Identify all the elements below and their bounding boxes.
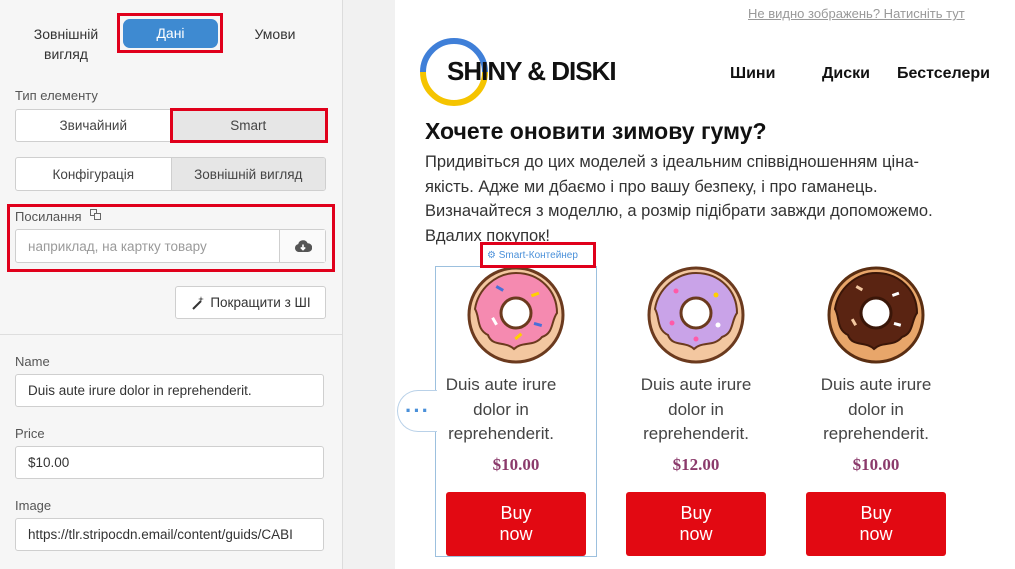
nav-disks[interactable]: Диски [822,65,870,83]
chocolate-donut-image [827,266,925,364]
buy-now-button-3[interactable]: Buy now [806,492,946,556]
improve-with-ai-button[interactable]: Покращити з ШІ [175,286,326,319]
highlight-data-tab [117,13,223,53]
hero-title: Хочете оновити зимову гуму? [425,118,767,144]
element-type-label: Тип елементу [15,88,98,103]
pink-donut-image [467,266,565,364]
buy-now-button-1[interactable]: Buy now [446,492,586,556]
tab-configuration[interactable]: Конфігурація [16,158,171,190]
brand-logo[interactable]: SHINY & DISKI [447,56,617,87]
nav-tyres[interactable]: Шини [730,65,775,83]
product-name-2: Duis aute irure dolor in reprehenderit. [640,375,752,443]
product-price-2: $12.00 [672,455,720,474]
nav-bestsellers[interactable]: Бестселери [897,65,990,83]
ai-button-label: Покращити з ШІ [210,295,311,310]
product-price-3: $10.00 [852,455,900,474]
purple-donut-image [647,266,745,364]
name-field[interactable]: Duis aute irure dolor in reprehenderit. [15,374,324,407]
product-price-1: $10.00 [492,455,540,474]
product-name-1: Duis aute irure dolor in reprehenderit. [445,375,557,443]
image-label: Image [15,498,52,513]
product-name-3: Duis aute irure dolor in reprehenderit. [820,375,932,443]
name-label: Name [15,354,50,369]
config-switch: Конфігурація Зовнішній вигляд [15,157,326,191]
hero-text: Придивіться до цих моделей з ідеальним с… [425,153,933,245]
price-label: Price [15,426,45,441]
settings-panel: Зовнішній вигляд Дані Умови Тип елементу… [0,0,343,569]
highlight-smart-container [480,242,596,268]
price-field[interactable]: $10.00 [15,446,324,479]
image-field[interactable]: https://tlr.stripocdn.email/content/guid… [15,518,324,551]
highlight-link-field [7,204,335,272]
buy-now-button-2[interactable]: Buy now [626,492,766,556]
tab-config-appearance[interactable]: Зовнішній вигляд [170,158,325,190]
tab-appearance[interactable]: Зовнішній вигляд [18,24,114,64]
highlight-smart-option [170,108,328,143]
magic-wand-icon [192,295,205,310]
type-regular-option[interactable]: Звичайний [16,110,171,141]
tab-conditions[interactable]: Умови [238,24,312,44]
view-images-link[interactable]: Не видно зображень? Натисніть тут [748,6,965,21]
divider [0,334,342,335]
